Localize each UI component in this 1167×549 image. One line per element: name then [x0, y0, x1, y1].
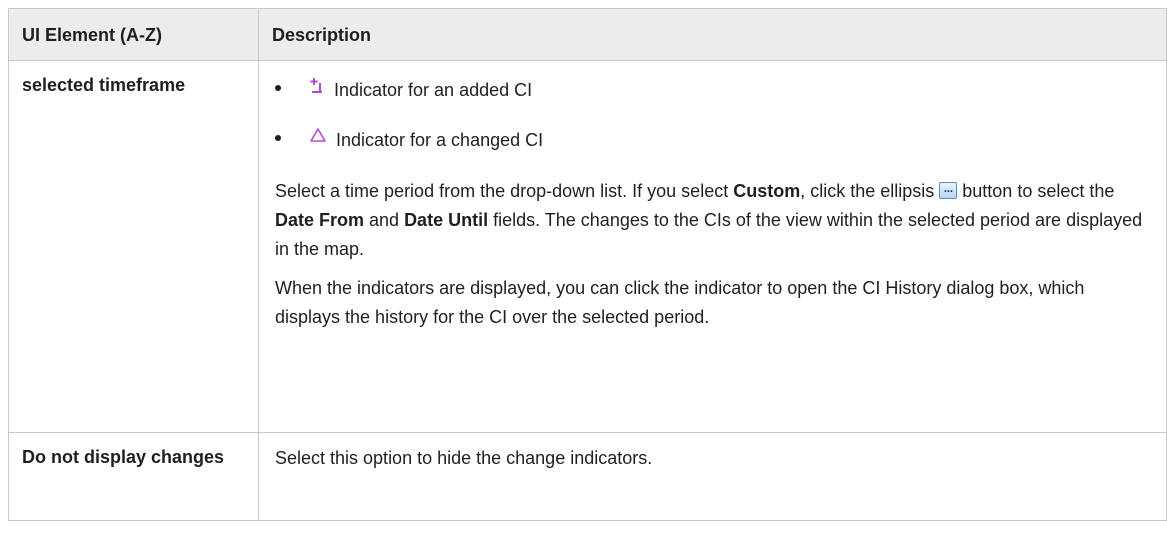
date-from-label: Date From — [275, 210, 365, 230]
row-description: Select this option to hide the change in… — [258, 432, 1167, 521]
text-span: Select a time period from the drop-down … — [275, 181, 734, 201]
row-description: Indicator for an added CI Indicator for … — [258, 60, 1167, 433]
indicator-list: Indicator for an added CI Indicator for … — [275, 77, 1150, 157]
row-term-do-not-display-changes: Do not display changes — [8, 432, 259, 521]
added-ci-icon — [309, 77, 325, 95]
column-header-description: Description — [258, 8, 1167, 61]
column-header-ui-element: UI Element (A-Z) — [8, 8, 259, 61]
table-row: selected timeframe Indicator for an adde… — [8, 60, 1167, 433]
table-header-row: UI Element (A-Z) Description — [8, 8, 1167, 61]
bullet-icon — [275, 85, 281, 91]
text-span: , click the ellipsis — [800, 181, 940, 201]
date-until-label: Date Until — [404, 210, 489, 230]
indicator-click-note: When the indicators are displayed, you c… — [275, 278, 1085, 327]
text-span: button to select the — [957, 181, 1115, 201]
list-item: Indicator for an added CI — [275, 77, 1150, 107]
row-term-selected-timeframe: selected timeframe — [8, 60, 259, 433]
custom-label: Custom — [733, 181, 801, 201]
timeframe-instructions: Select a time period from the drop-down … — [275, 177, 1150, 264]
bullet-icon — [275, 135, 281, 141]
changed-ci-icon — [309, 127, 327, 145]
ui-element-table: UI Element (A-Z) Description selected ti… — [8, 8, 1167, 521]
text-span: and — [364, 210, 405, 230]
ellipsis-button-icon — [939, 177, 958, 206]
indicator-label: Indicator for a changed CI — [336, 130, 544, 150]
list-item: Indicator for a changed CI — [275, 127, 1150, 157]
table-row: Do not display changes Select this optio… — [8, 432, 1167, 521]
indicator-label: Indicator for an added CI — [334, 80, 533, 100]
